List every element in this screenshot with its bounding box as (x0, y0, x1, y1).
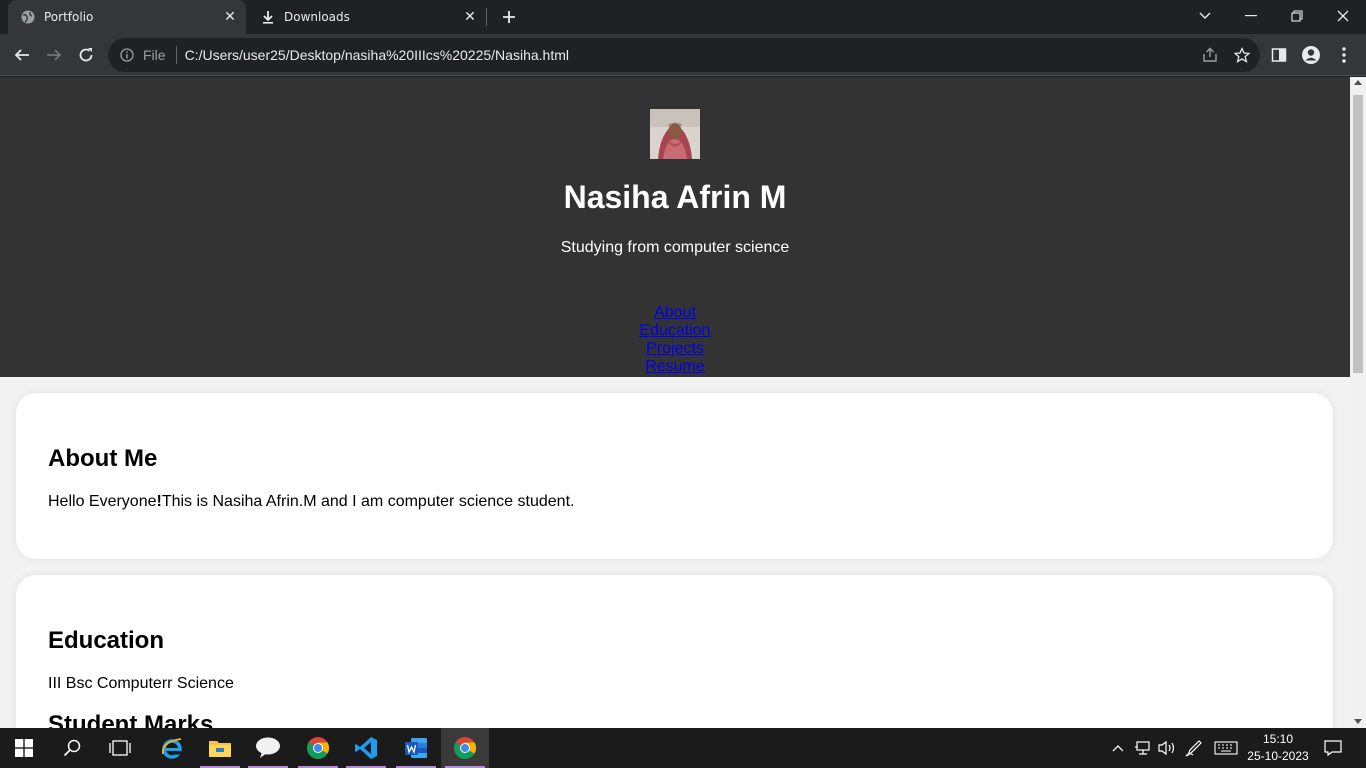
taskbar-clock[interactable]: 15:10 25-10-2023 (1244, 731, 1312, 765)
education-degree: III Bsc Computerr Science (48, 675, 234, 692)
minimize-button[interactable] (1228, 0, 1274, 32)
bookmark-star-icon[interactable] (1228, 41, 1256, 69)
chrome-active-icon[interactable] (441, 728, 489, 768)
search-icon[interactable] (48, 728, 96, 768)
forward-button[interactable] (38, 39, 70, 71)
page-scrollbar[interactable] (1350, 77, 1366, 728)
browser-toolbar: File C:/Users/user25/Desktop/nasiha%20II… (0, 34, 1366, 76)
about-heading: About Me (48, 445, 158, 472)
url-scheme-label: File (143, 47, 166, 63)
scrollbar-thumb[interactable] (1353, 95, 1363, 373)
about-text-suffix: This is Nasiha Afrin.M and I am computer… (161, 493, 575, 510)
chat-bubble-app-icon[interactable] (244, 728, 292, 768)
education-heading: Education (48, 627, 165, 654)
page-viewport: Nasiha Afrin M Studying from computer sc… (0, 77, 1350, 728)
address-bar[interactable]: File C:/Users/user25/Desktop/nasiha%20II… (108, 38, 1260, 72)
profile-avatar-icon[interactable] (1295, 39, 1327, 71)
clock-date: 25-10-2023 (1247, 749, 1309, 763)
volume-icon[interactable] (1155, 728, 1179, 768)
share-icon[interactable] (1196, 41, 1224, 69)
menu-kebab-icon[interactable] (1328, 39, 1360, 71)
nav-link-projects[interactable]: Projects (0, 340, 1350, 358)
file-explorer-icon[interactable] (196, 728, 244, 768)
portfolio-nav: About Education Projects Resume (0, 304, 1350, 376)
site-info-icon[interactable] (117, 45, 137, 65)
chevron-up-icon[interactable] (1108, 728, 1128, 768)
education-section: Education III Bsc Computerr Science Stud… (16, 575, 1333, 728)
task-view-icon[interactable] (96, 728, 144, 768)
chrome-icon[interactable] (294, 728, 342, 768)
new-tab-button[interactable] (498, 6, 520, 28)
tab-separator (486, 8, 487, 26)
omnibox-divider (175, 46, 177, 64)
portfolio-name: Nasiha Afrin M (563, 179, 787, 215)
keyboard-icon[interactable] (1212, 728, 1240, 768)
tab-title: Downloads (284, 10, 350, 24)
portfolio-header: Nasiha Afrin M Studying from computer sc… (0, 77, 1350, 377)
close-window-button[interactable] (1320, 0, 1366, 32)
vscode-icon[interactable] (342, 728, 390, 768)
clock-time: 15:10 (1262, 732, 1294, 746)
student-marks-heading: Student Marks (48, 711, 214, 728)
about-section: About Me Hello Everyone!This is Nasiha A… (16, 393, 1333, 559)
tab-downloads[interactable]: Downloads ✕ (248, 0, 486, 34)
reload-button[interactable] (70, 39, 102, 71)
nav-link-education[interactable]: Education (0, 322, 1350, 340)
portfolio-tagline: Studying from computer science (560, 239, 790, 256)
start-button[interactable] (0, 728, 48, 768)
close-tab-icon[interactable]: ✕ (220, 7, 240, 27)
nav-link-resume[interactable]: Resume (0, 358, 1350, 376)
about-text-prefix: Hello Everyone (48, 493, 157, 510)
tab-title: Portfolio (44, 10, 94, 24)
tab-search-chevron-icon[interactable] (1182, 0, 1228, 32)
browser-tab-strip: Portfolio ✕ Downloads ✕ (0, 0, 1366, 34)
back-button[interactable] (6, 39, 38, 71)
pen-workspace-icon[interactable] (1182, 728, 1206, 768)
nav-link-about[interactable]: About (0, 304, 1350, 322)
internet-explorer-icon[interactable] (148, 728, 196, 768)
restore-button[interactable] (1274, 0, 1320, 32)
close-tab-icon[interactable]: ✕ (460, 7, 480, 27)
profile-photo (650, 109, 700, 159)
scroll-up-arrow-icon[interactable] (1354, 80, 1362, 85)
globe-icon (20, 9, 36, 25)
download-icon (260, 9, 276, 25)
about-text: Hello Everyone!This is Nasiha Afrin.M an… (48, 493, 574, 511)
side-panel-icon[interactable] (1263, 39, 1295, 71)
tab-portfolio[interactable]: Portfolio ✕ (8, 0, 246, 34)
url-text[interactable]: C:/Users/user25/Desktop/nasiha%20IIIcs%2… (185, 47, 1196, 63)
word-icon[interactable] (392, 728, 440, 768)
notification-icon[interactable] (1320, 728, 1346, 768)
network-icon[interactable] (1131, 728, 1155, 768)
scroll-down-arrow-icon[interactable] (1354, 719, 1362, 724)
windows-taskbar: 15:10 25-10-2023 (0, 728, 1366, 768)
